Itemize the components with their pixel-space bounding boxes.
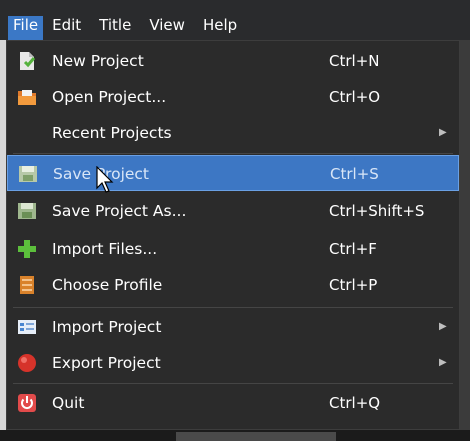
menu-item-import-files[interactable]: Import Files... Ctrl+F [7, 231, 459, 267]
menu-file[interactable]: File [8, 16, 44, 40]
submenu-arrow-icon: ▶ [439, 357, 447, 368]
submenu-arrow-icon: ▶ [439, 321, 447, 332]
background-window-edge [460, 40, 470, 430]
menu-view[interactable]: View [140, 16, 194, 40]
menu-item-save-project[interactable]: Save Project Ctrl+S [7, 155, 459, 191]
background-window-bottom [0, 430, 470, 441]
menubar: File Edit Title View Help [0, 0, 470, 40]
background-scrollbar [176, 432, 336, 441]
open-folder-icon [17, 87, 37, 107]
power-icon [17, 393, 37, 413]
new-project-icon [17, 51, 37, 71]
menu-item-quit[interactable]: Quit Ctrl+Q [7, 385, 459, 421]
menu-separator [13, 307, 453, 308]
save-as-icon [17, 201, 37, 221]
mouse-cursor-icon [96, 165, 116, 194]
menu-help[interactable]: Help [194, 16, 246, 40]
plus-icon [17, 239, 37, 259]
submenu-arrow-icon: ▶ [439, 127, 447, 138]
menu-item-new-project[interactable]: New Project Ctrl+N [7, 43, 459, 79]
menu-edit[interactable]: Edit [43, 16, 90, 40]
export-project-icon [17, 353, 37, 373]
import-project-icon [17, 317, 37, 337]
profile-icon [17, 275, 37, 295]
save-icon [18, 164, 38, 184]
menu-item-recent-projects[interactable]: Recent Projects ▶ [7, 115, 459, 151]
menu-item-export-project[interactable]: Export Project ▶ [7, 345, 459, 381]
menu-title[interactable]: Title [90, 16, 140, 40]
menu-item-choose-profile[interactable]: Choose Profile Ctrl+P [7, 267, 459, 303]
menu-item-save-project-as[interactable]: Save Project As... Ctrl+Shift+S [7, 193, 459, 229]
menu-item-import-project[interactable]: Import Project ▶ [7, 309, 459, 345]
menu-separator [13, 383, 453, 384]
menu-item-open-project[interactable]: Open Project... Ctrl+O [7, 79, 459, 115]
menu-separator [13, 153, 453, 154]
file-menu-dropdown: New Project Ctrl+N Open Project... Ctrl+… [6, 40, 460, 430]
